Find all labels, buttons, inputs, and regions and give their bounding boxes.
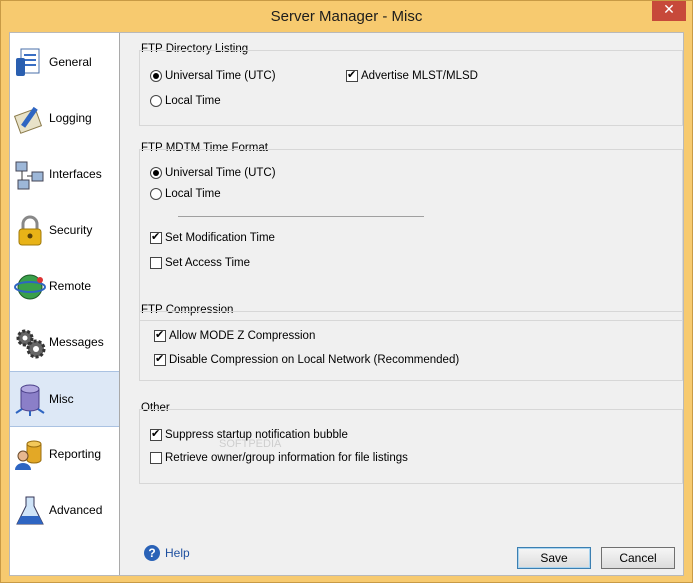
checkbox-indicator (346, 68, 358, 82)
close-icon: ✕ (663, 2, 675, 18)
dir-local-label: Local Time (165, 95, 221, 107)
checkbox-indicator (150, 452, 162, 464)
advertise-mlst-checkbox[interactable]: Advertise MLST/MLSD (346, 68, 478, 84)
general-doc-icon (16, 48, 40, 76)
sidebar-item-label: Logging (49, 111, 92, 125)
set-access-label: Set Access Time (165, 257, 251, 269)
sidebar-item-security[interactable]: Security (10, 203, 119, 259)
allow-mode-z-label: Allow MODE Z Compression (169, 330, 316, 342)
set-access-checkbox[interactable]: Set Access Time (150, 255, 250, 271)
disable-local-compression-checkbox[interactable]: Disable Compression on Local Network (Re… (154, 352, 459, 368)
logging-pen-icon (13, 106, 43, 134)
remote-globe-icon (14, 274, 46, 300)
help-link[interactable]: ? Help (144, 545, 190, 561)
suppress-bubble-label: Suppress startup notification bubble (165, 429, 348, 441)
sidebar-item-messages[interactable]: Messages (10, 315, 119, 371)
group-directory-listing (139, 50, 683, 126)
checkbox-indicator (154, 352, 166, 366)
radio-indicator (150, 95, 162, 107)
help-icon: ? (144, 545, 160, 561)
main-panel: FTP Directory Listing Universal Time (UT… (120, 33, 683, 575)
mdtm-separator (178, 216, 424, 217)
close-button[interactable]: ✕ (652, 1, 686, 21)
checkbox-indicator (150, 427, 162, 441)
mdtm-local-label: Local Time (165, 188, 221, 200)
sidebar-item-general[interactable]: General (10, 35, 119, 91)
help-label: Help (165, 546, 190, 560)
radio-indicator (150, 188, 162, 200)
sidebar-item-reporting[interactable]: Reporting (10, 427, 119, 483)
checkbox-indicator (150, 257, 162, 269)
sidebar-item-logging[interactable]: Logging (10, 91, 119, 147)
set-modification-label: Set Modification Time (165, 232, 275, 244)
checkbox-indicator (150, 230, 162, 244)
group-compression (139, 311, 683, 381)
sidebar-item-misc[interactable]: Misc (10, 371, 119, 427)
dir-utc-radio[interactable]: Universal Time (UTC) (150, 68, 276, 84)
retrieve-owner-checkbox[interactable]: Retrieve owner/group information for fil… (150, 450, 408, 466)
sidebar-item-label: Interfaces (49, 167, 102, 181)
dir-local-radio[interactable]: Local Time (150, 93, 221, 109)
sidebar: General Logging Interfaces Security Remo… (10, 33, 120, 575)
client-area: General Logging Interfaces Security Remo… (9, 32, 684, 576)
cancel-button[interactable]: Cancel (601, 547, 675, 569)
sidebar-item-label: Security (49, 223, 93, 237)
network-icon (15, 161, 44, 190)
sidebar-item-interfaces[interactable]: Interfaces (10, 147, 119, 203)
retrieve-owner-label: Retrieve owner/group information for fil… (165, 452, 408, 464)
sidebar-item-label: Remote (49, 279, 92, 293)
gears-icon (16, 329, 46, 359)
save-button[interactable]: Save (517, 547, 591, 569)
sidebar-item-label: Messages (49, 335, 104, 349)
sidebar-item-label: Misc (49, 392, 74, 406)
mdtm-local-radio[interactable]: Local Time (150, 186, 221, 202)
database-icon (15, 384, 45, 416)
mdtm-utc-radio[interactable]: Universal Time (UTC) (150, 165, 276, 181)
reporting-user-icon (15, 440, 42, 470)
advertise-mlst-label: Advertise MLST/MLSD (361, 70, 478, 82)
mdtm-utc-label: Universal Time (UTC) (165, 167, 276, 179)
radio-indicator (150, 70, 162, 82)
title-bar[interactable]: Server Manager - Misc ✕ (1, 1, 692, 32)
sidebar-item-label: Advanced (49, 503, 103, 517)
flask-icon (16, 496, 44, 525)
sidebar-item-advanced[interactable]: Advanced (10, 483, 119, 539)
checkbox-indicator (154, 328, 166, 342)
dir-utc-label: Universal Time (UTC) (165, 70, 276, 82)
app-window: Server Manager - Misc ✕ General Logging (0, 0, 693, 583)
radio-indicator (150, 167, 162, 179)
sidebar-item-label: Reporting (49, 447, 102, 461)
sidebar-item-label: General (49, 55, 92, 69)
suppress-bubble-checkbox[interactable]: Suppress startup notification bubble (150, 427, 348, 443)
allow-mode-z-checkbox[interactable]: Allow MODE Z Compression (154, 328, 315, 344)
sidebar-item-remote[interactable]: Remote (10, 259, 119, 315)
lock-icon (18, 215, 42, 246)
window-title: Server Manager - Misc (270, 8, 423, 25)
set-modification-checkbox[interactable]: Set Modification Time (150, 230, 275, 246)
disable-local-compression-label: Disable Compression on Local Network (Re… (169, 354, 460, 366)
